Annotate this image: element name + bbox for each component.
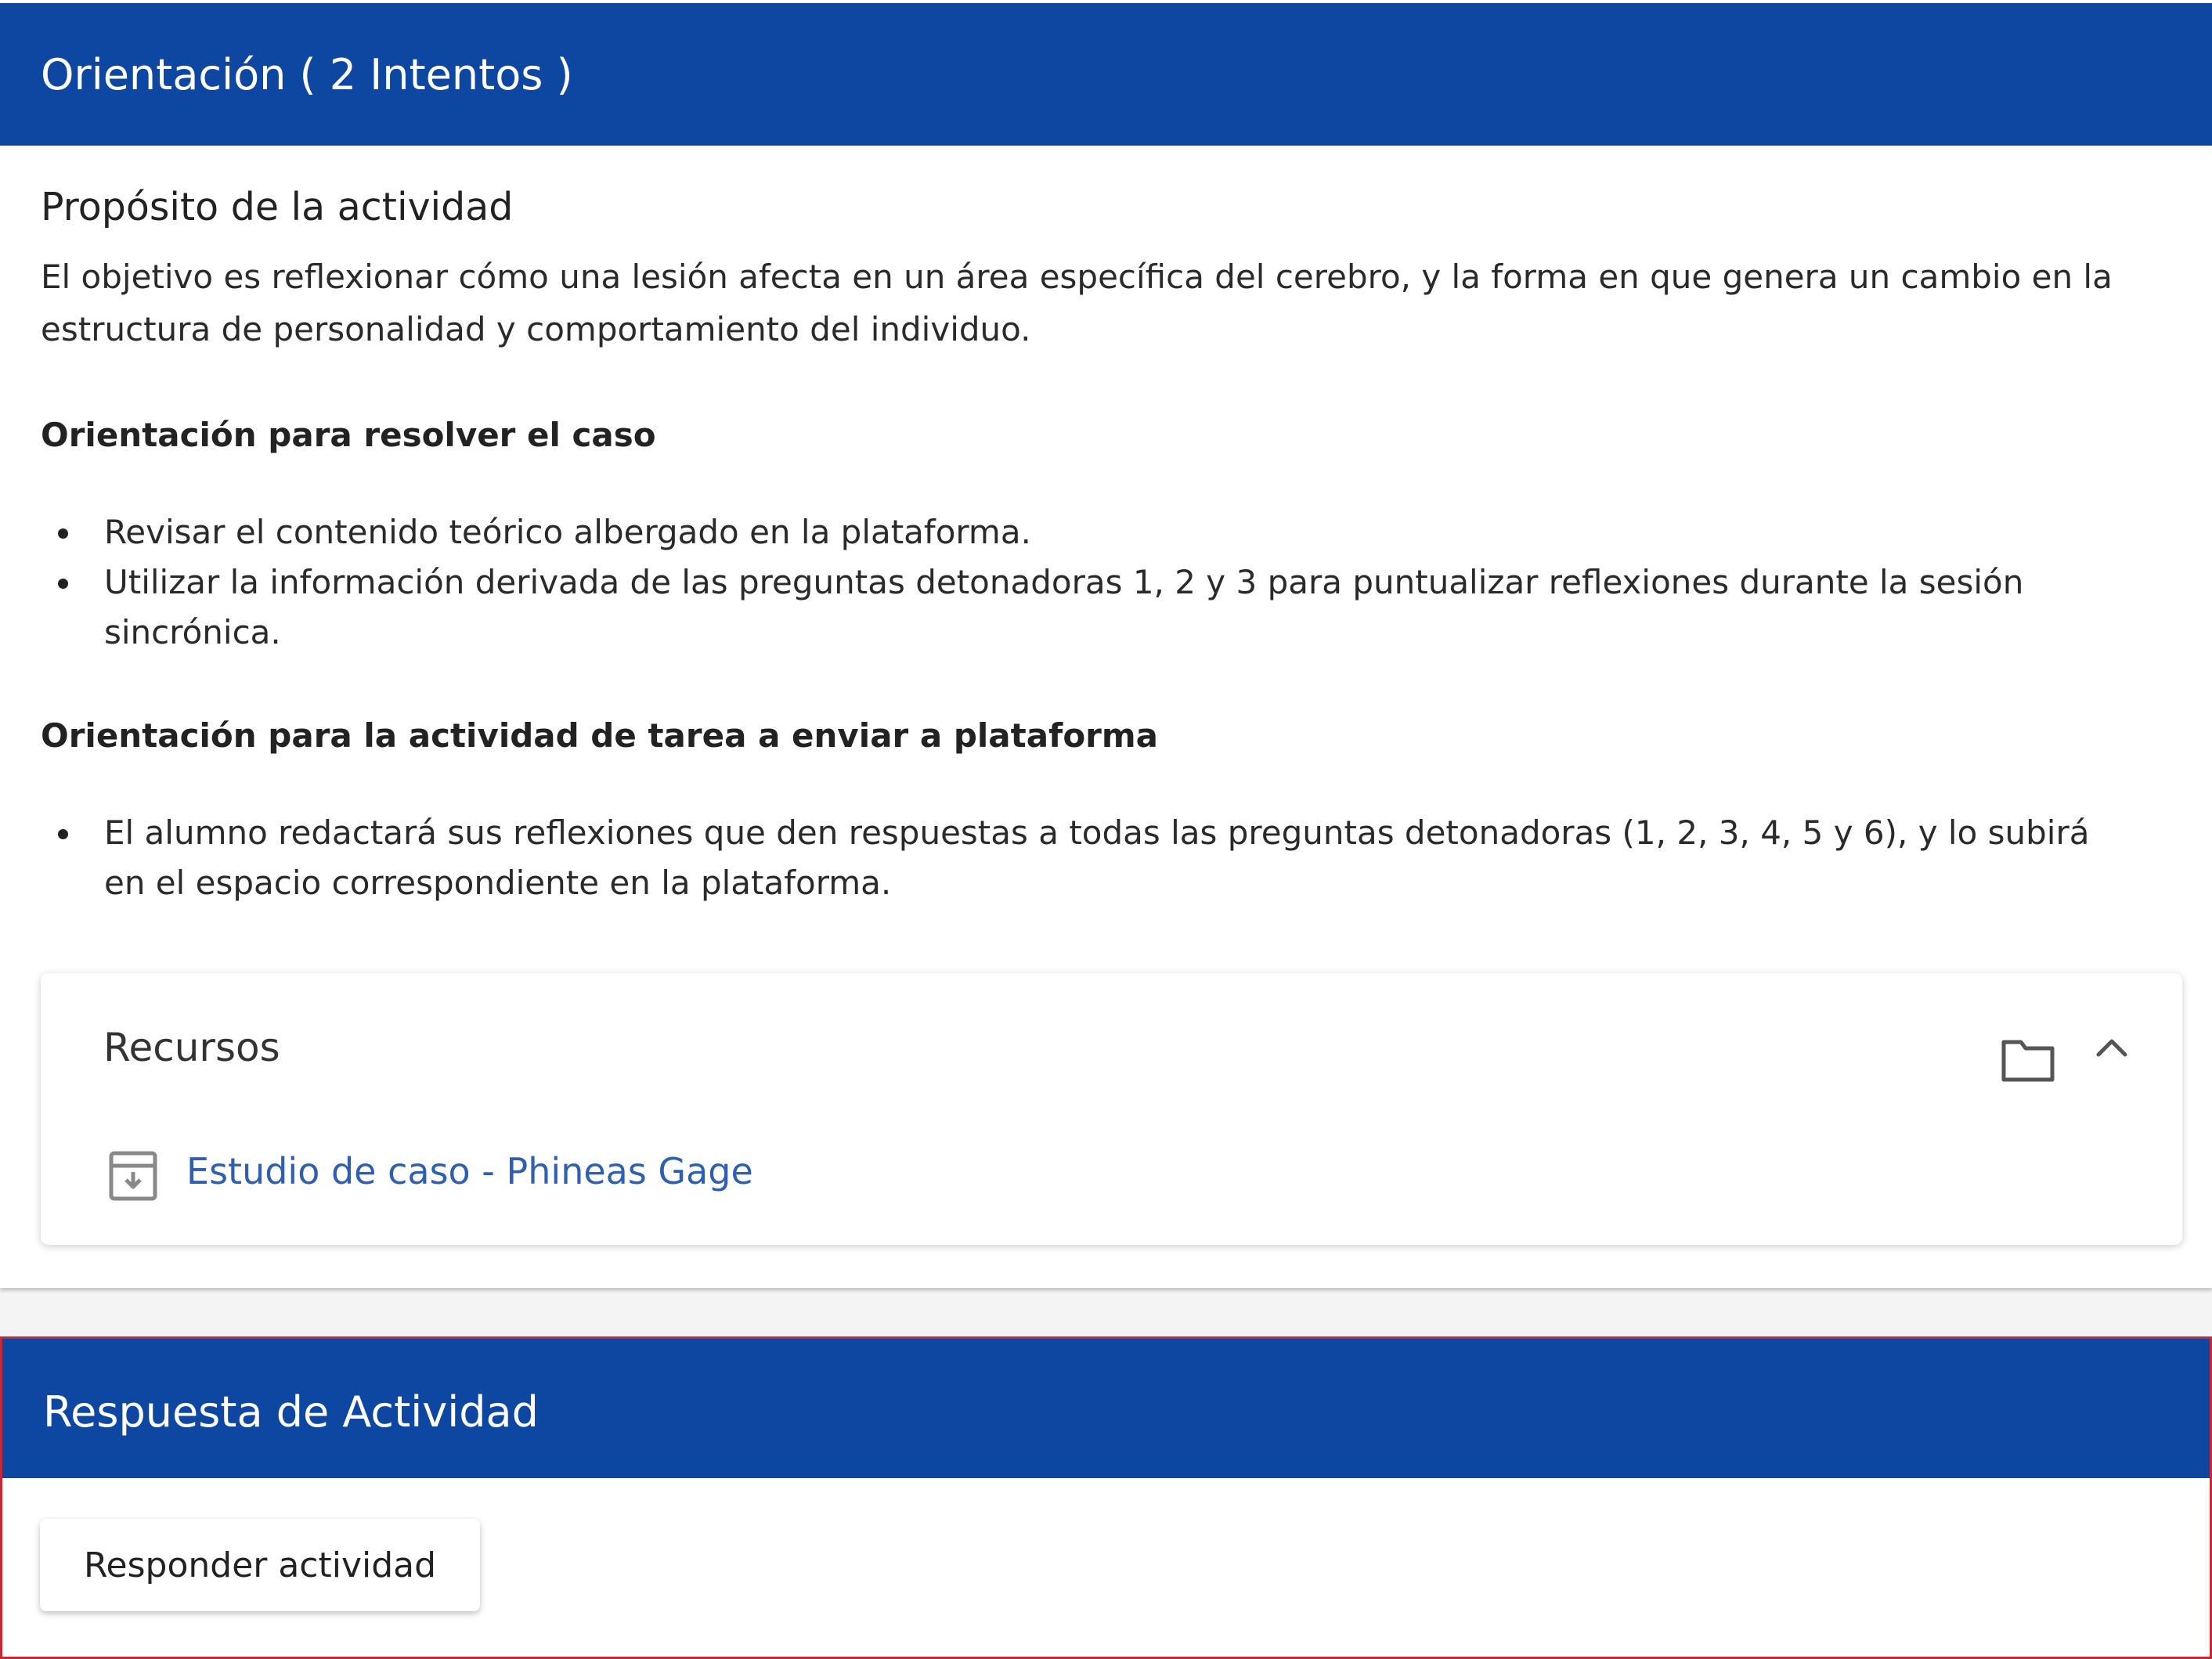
list-item-text: Revisar el contenido teórico albergado e…: [104, 513, 1031, 551]
orientation-card: Orientación ( 2 Intentos ) Propósito de …: [0, 0, 2212, 1288]
list-item: Utilizar la información derivada de las …: [0, 557, 2130, 658]
orientation-title: Orientación ( 2 Intentos ): [41, 49, 573, 99]
resources-panel: Recursos Estudio de caso - Phineas Gage: [41, 973, 2182, 1245]
resources-title: Recursos: [103, 1025, 280, 1070]
folder-icon: [2001, 1040, 2055, 1082]
respond-activity-button[interactable]: Responder actividad: [40, 1519, 480, 1611]
chevron-up-icon[interactable]: [2092, 1033, 2131, 1061]
resource-link-phineas-gage[interactable]: Estudio de caso - Phineas Gage: [186, 1150, 753, 1192]
homework-instructions-list: El alumno redactará sus reflexiones que …: [0, 808, 2130, 908]
bullet-icon: [58, 579, 68, 589]
list-item: El alumno redactará sus reflexiones que …: [0, 808, 2130, 908]
purpose-text: El objetivo es reflexionar cómo una lesi…: [41, 258, 2113, 348]
bullet-icon: [58, 528, 68, 539]
homework-section-title: Orientación para la actividad de tarea a…: [41, 716, 1158, 755]
bullet-icon: [58, 829, 68, 839]
list-item-text: Utilizar la información derivada de las …: [104, 563, 2024, 651]
case-section-title: Orientación para resolver el caso: [41, 416, 656, 454]
response-header: Respuesta de Actividad: [2, 1339, 2210, 1478]
activity-page: Orientación ( 2 Intentos ) Propósito de …: [0, 0, 2212, 1659]
activity-response-card: Respuesta de Actividad Responder activid…: [0, 1336, 2212, 1659]
download-file-icon[interactable]: [108, 1150, 158, 1202]
case-instructions-list: Revisar el contenido teórico albergado e…: [0, 507, 2130, 658]
list-item-text: El alumno redactará sus reflexiones que …: [104, 813, 2090, 902]
list-item: Revisar el contenido teórico albergado e…: [0, 507, 2130, 557]
purpose-title: Propósito de la actividad: [41, 185, 514, 229]
response-title: Respuesta de Actividad: [43, 1387, 539, 1437]
orientation-header: Orientación ( 2 Intentos ): [0, 3, 2212, 146]
